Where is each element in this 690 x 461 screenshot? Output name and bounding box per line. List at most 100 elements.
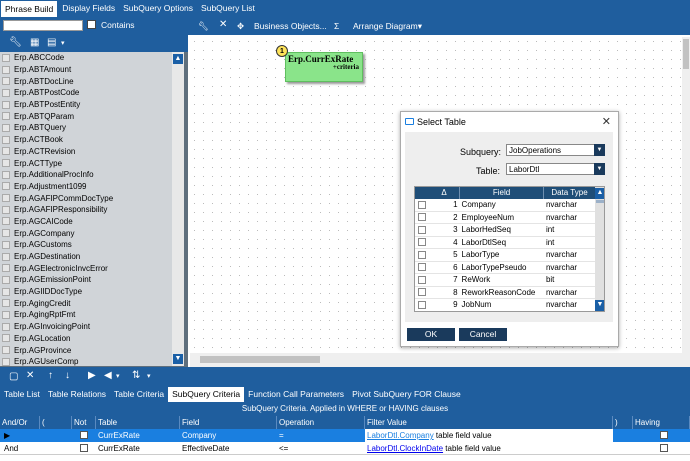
chevron-down-icon[interactable]: ▾ xyxy=(61,39,65,47)
tab-display-fields[interactable]: Display Fields xyxy=(58,0,119,17)
field-grid-scrollbar[interactable]: ▲ ▼ xyxy=(595,187,604,311)
table-row[interactable]: 7 ReWork bit xyxy=(415,274,595,287)
table-checkbox[interactable] xyxy=(2,240,10,249)
scroll-down-icon[interactable]: ▼ xyxy=(173,354,183,364)
table-checkbox[interactable] xyxy=(2,53,10,62)
tab-function-call-parameters[interactable]: Function Call Parameters xyxy=(244,387,348,402)
table-checkbox[interactable] xyxy=(2,194,10,203)
table-search-input[interactable] xyxy=(3,20,83,31)
field-header[interactable]: Field xyxy=(180,416,277,429)
list-item[interactable]: Erp.AgingCredit xyxy=(0,297,172,309)
list-item[interactable]: Erp.AGCompany xyxy=(0,227,172,239)
sigma-button[interactable]: Σ xyxy=(334,21,339,31)
table-select[interactable]: LaborDtl ▼ xyxy=(506,163,605,175)
list-item[interactable]: Erp.ACTBook xyxy=(0,134,172,146)
table-checkbox[interactable] xyxy=(2,217,10,226)
field-checkbox[interactable] xyxy=(418,250,426,259)
table-checkbox[interactable] xyxy=(2,135,10,144)
table-checkbox[interactable] xyxy=(2,252,10,261)
list-item[interactable]: Erp.AGCAICode xyxy=(0,216,172,228)
cancel-button[interactable]: Cancel xyxy=(459,328,507,341)
delete-icon[interactable]: ✕ xyxy=(26,370,34,381)
table-row[interactable]: 3 LaborHedSeq int xyxy=(415,224,595,237)
back-icon[interactable]: ◀ xyxy=(104,370,112,381)
close-icon[interactable]: ✕ xyxy=(602,115,611,128)
list-item[interactable]: Erp.ACTRevision xyxy=(0,146,172,158)
table-checkbox[interactable] xyxy=(2,100,10,109)
table-list-scrollbar[interactable]: ▲ ▼ xyxy=(172,52,184,366)
table-checkbox[interactable] xyxy=(2,299,10,308)
tab-subquery-list[interactable]: SubQuery List xyxy=(197,0,259,17)
paren-open-header[interactable]: ( xyxy=(40,416,72,429)
list-item[interactable]: Erp.AGProvince xyxy=(0,344,172,356)
list-item[interactable]: Erp.AGDestination xyxy=(0,251,172,263)
operation-header[interactable]: Operation xyxy=(277,416,365,429)
field-checkbox[interactable] xyxy=(418,288,426,297)
wrench-icon[interactable]: 🔧︎ xyxy=(9,37,22,48)
chevron-down-icon[interactable]: ▼ xyxy=(594,163,605,175)
delete-icon[interactable]: ✕ xyxy=(219,19,227,30)
scroll-up-icon[interactable]: ▲ xyxy=(173,54,183,64)
list-item[interactable]: Erp.AGCustoms xyxy=(0,239,172,251)
list-item[interactable]: Erp.AGEmissionPoint xyxy=(0,274,172,286)
field-column-header[interactable]: Field xyxy=(459,187,543,199)
subquery-select[interactable]: JobOperations ▼ xyxy=(506,144,605,156)
field-checkbox[interactable] xyxy=(418,213,426,222)
table-checkbox[interactable] xyxy=(2,229,10,238)
table-row[interactable]: 5 LaborType nvarchar xyxy=(415,249,595,262)
table-checkbox[interactable] xyxy=(2,112,10,121)
chevron-down-icon[interactable]: ▼ xyxy=(594,144,605,156)
table-row[interactable]: 9 JobNum nvarchar xyxy=(415,299,595,311)
not-checkbox[interactable] xyxy=(80,431,88,439)
list-icon[interactable]: ▤ xyxy=(47,37,56,48)
list-item[interactable]: Erp.ACTType xyxy=(0,157,172,169)
having-checkbox[interactable] xyxy=(660,444,668,452)
table-row[interactable]: 6 LaborTypePseudo nvarchar xyxy=(415,262,595,274)
field-checkbox[interactable] xyxy=(418,200,426,209)
list-item[interactable]: Erp.AgingRptFmt xyxy=(0,309,172,321)
diagram-horizontal-scrollbar[interactable] xyxy=(190,353,690,367)
table-checkbox[interactable] xyxy=(2,182,10,191)
list-item[interactable]: Erp.ABTQParam xyxy=(0,110,172,122)
tab-pivot-subquery[interactable]: Pivot SubQuery FOR Clause xyxy=(348,387,465,402)
sort-icon[interactable]: ⇅ xyxy=(132,370,140,381)
table-checkbox[interactable] xyxy=(2,346,10,355)
move-down-icon[interactable]: ↓ xyxy=(65,370,70,381)
list-item[interactable]: Erp.AGInvoicingPoint xyxy=(0,321,172,333)
scroll-thumb[interactable] xyxy=(200,356,320,363)
filter-link[interactable]: LaborDtl.ClockInDate xyxy=(367,444,443,453)
list-item[interactable]: Erp.AGAFIPResponsibility xyxy=(0,204,172,216)
table-checkbox[interactable] xyxy=(2,77,10,86)
row-field[interactable]: EffectiveDate xyxy=(180,442,229,455)
table-checkbox[interactable] xyxy=(2,287,10,296)
table-checkbox[interactable] xyxy=(2,147,10,156)
business-objects-button[interactable]: Business Objects... xyxy=(254,21,327,31)
table-checkbox[interactable] xyxy=(2,88,10,97)
wrench-icon[interactable]: 🔧︎ xyxy=(198,21,209,32)
list-item[interactable]: Erp.AGAFIPCommDocType xyxy=(0,192,172,204)
ok-button[interactable]: OK xyxy=(407,328,455,341)
list-item[interactable]: Erp.ABTPostCode xyxy=(0,87,172,99)
table-row[interactable]: 4 LaborDtlSeq int xyxy=(415,237,595,249)
play-icon[interactable]: ▶ xyxy=(88,370,96,381)
list-item[interactable]: Erp.AGIIDDocType xyxy=(0,286,172,298)
chevron-down-icon[interactable]: ▾ xyxy=(116,372,120,380)
list-item[interactable]: Erp.AGElectronicInvcError xyxy=(0,262,172,274)
list-item[interactable]: Erp.AdditionalProcInfo xyxy=(0,169,172,181)
tab-phrase-build[interactable]: Phrase Build xyxy=(0,0,59,17)
list-item[interactable]: Erp.ABTQuery xyxy=(0,122,172,134)
scroll-thumb[interactable] xyxy=(683,39,689,69)
row-field[interactable]: Company xyxy=(180,429,216,442)
row-operation[interactable]: <= xyxy=(277,442,288,455)
row-andor[interactable]: And xyxy=(2,442,18,455)
list-item[interactable]: Erp.AGUserComp xyxy=(0,356,172,366)
table-header[interactable]: Table xyxy=(96,416,180,429)
andor-header[interactable]: And/Or xyxy=(0,416,40,429)
scroll-up-icon[interactable]: ▲ xyxy=(595,188,604,199)
table-checkbox[interactable] xyxy=(2,170,10,179)
filter-value-header[interactable]: Filter Value xyxy=(365,416,613,429)
tab-subquery-criteria[interactable]: SubQuery Criteria xyxy=(168,387,245,402)
table-checkbox[interactable] xyxy=(2,264,10,273)
row-table[interactable]: CurrExRate xyxy=(96,429,140,442)
list-item[interactable]: Erp.Adjustment1099 xyxy=(0,181,172,193)
